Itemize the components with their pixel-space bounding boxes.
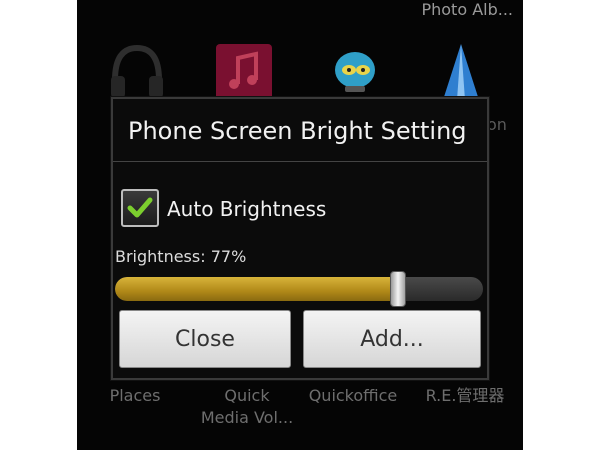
add-button[interactable]: Add... (303, 310, 481, 368)
slider-fill (115, 277, 399, 301)
photo-album-label: Photo Alb... (421, 0, 513, 19)
slider-thumb[interactable] (390, 271, 407, 307)
app-label-places[interactable]: Places (107, 385, 163, 407)
app-label-quickoffice[interactable]: Quickoffice (305, 385, 401, 407)
app-label-quick-media-line1: Quick (224, 386, 270, 405)
close-button[interactable]: Close (119, 310, 291, 368)
bird-app-icon[interactable] (323, 40, 387, 104)
brightness-slider[interactable] (115, 271, 483, 307)
music-app-icon[interactable] (212, 40, 276, 104)
app-label-fragment: on (487, 115, 507, 134)
app-label-quick-media-line2: Media Vol... (200, 408, 294, 427)
slider-track[interactable] (115, 277, 483, 301)
title-divider (113, 161, 487, 162)
auto-brightness-label[interactable]: Auto Brightness (167, 197, 326, 221)
dialog-title: Phone Screen Bright Setting (128, 117, 467, 145)
cone-app-icon[interactable] (429, 40, 493, 104)
phone-screen: Photo Alb... on Places Quick Media Vol..… (77, 0, 523, 450)
brightness-dialog: Phone Screen Bright Setting Auto Brightn… (111, 97, 489, 380)
app-label-quick-media[interactable]: Quick Media Vol... (192, 385, 302, 429)
auto-brightness-checkbox[interactable] (121, 189, 159, 227)
app-label-re-manager[interactable]: R.E.管理器 (415, 385, 515, 407)
headphones-icon[interactable] (105, 40, 169, 104)
brightness-value-label: Brightness: 77% (115, 247, 247, 266)
checkmark-icon (127, 197, 153, 218)
